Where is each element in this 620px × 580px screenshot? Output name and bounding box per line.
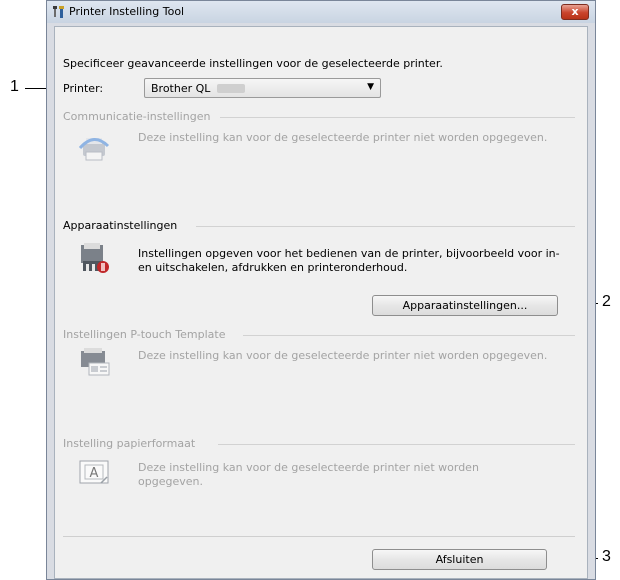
title-bar[interactable]: Printer Instelling Tool x bbox=[47, 1, 595, 23]
device-settings-button[interactable]: Apparaatinstellingen... bbox=[372, 295, 558, 316]
window-title: Printer Instelling Tool bbox=[69, 5, 185, 18]
ptouch-group-divider bbox=[243, 335, 575, 336]
dialog-client-area: Specificeer geavanceerde instellingen vo… bbox=[54, 26, 588, 579]
chevron-down-icon: ▼ bbox=[367, 82, 374, 92]
close-window-button[interactable]: x bbox=[561, 4, 589, 20]
device-group-text-line1: Instellingen opgeven voor het bedienen v… bbox=[138, 247, 560, 260]
intro-text: Specificeer geavanceerde instellingen vo… bbox=[63, 57, 443, 70]
device-group-title: Apparaatinstellingen bbox=[63, 219, 178, 232]
device-settings-icon bbox=[81, 243, 109, 273]
paper-group-divider bbox=[218, 444, 575, 445]
communication-group-title: Communicatie-instellingen bbox=[63, 110, 211, 123]
device-group-divider bbox=[196, 226, 575, 227]
paper-group-text-line2: opgegeven. bbox=[138, 475, 203, 488]
printer-select-value: Brother QL bbox=[151, 82, 211, 95]
close-button[interactable]: Afsluiten bbox=[372, 549, 547, 570]
redacted-model-number bbox=[217, 84, 245, 93]
footer-divider bbox=[63, 536, 575, 537]
communication-group-divider bbox=[220, 117, 575, 118]
paper-group-text-line1: Deze instelling kan voor de geselecteerd… bbox=[138, 461, 479, 474]
ptouch-template-icon bbox=[81, 348, 110, 376]
callout-3: 3 bbox=[602, 548, 611, 565]
paper-format-icon: A bbox=[79, 460, 109, 484]
printer-label: Printer: bbox=[63, 82, 104, 95]
device-settings-button-label: Apparaatinstellingen... bbox=[402, 299, 528, 312]
printer-communication-icon bbox=[78, 138, 110, 161]
device-group-text-line2: en uitschakelen, afdrukken en printerond… bbox=[138, 261, 408, 274]
printer-select[interactable]: Brother QL ▼ bbox=[144, 78, 381, 98]
ptouch-group-title: Instellingen P-touch Template bbox=[63, 328, 226, 341]
close-icon: x bbox=[571, 5, 579, 18]
close-button-label: Afsluiten bbox=[435, 553, 484, 566]
printer-setting-tool-window: Printer Instelling Tool x Specificeer ge… bbox=[46, 0, 596, 580]
communication-group-text: Deze instelling kan voor de geselecteerd… bbox=[138, 131, 548, 144]
callout-1: 1 bbox=[10, 78, 19, 95]
app-tools-icon bbox=[53, 6, 64, 18]
callout-2: 2 bbox=[602, 293, 611, 310]
paper-group-title: Instelling papierformaat bbox=[63, 437, 196, 450]
ptouch-group-text: Deze instelling kan voor de geselecteerd… bbox=[138, 349, 548, 362]
